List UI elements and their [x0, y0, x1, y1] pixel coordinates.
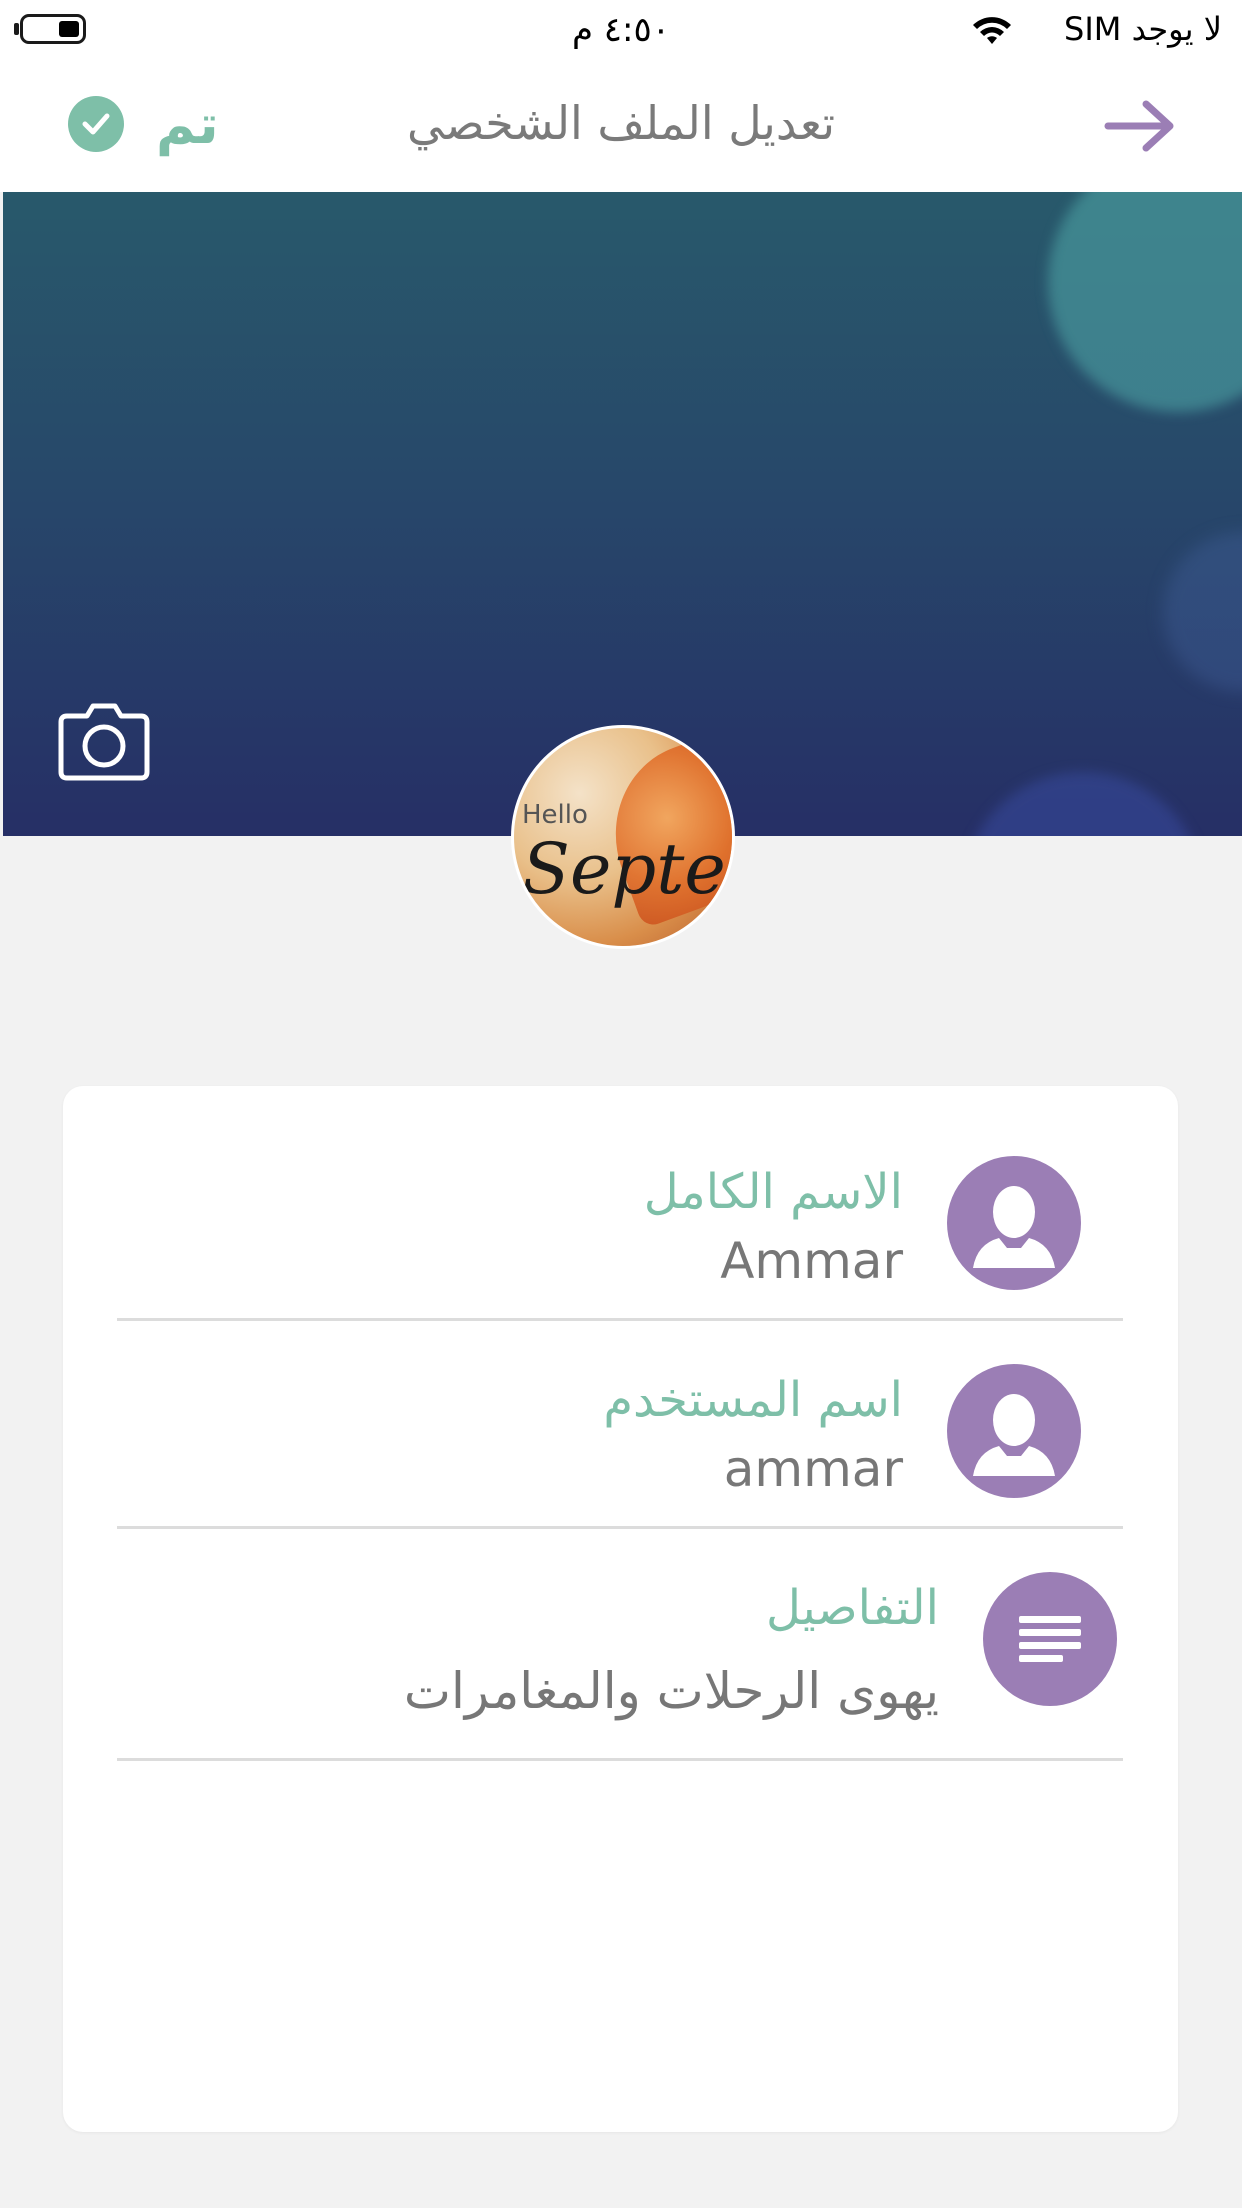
- person-icon: [947, 1364, 1081, 1498]
- cover-bokeh: [1048, 192, 1242, 412]
- profile-fields-card: الاسم الكامل Ammar اسم المستخدم ammar ال…: [63, 1086, 1178, 2132]
- navigation-bar: تم تعديل الملف الشخصي: [0, 62, 1242, 192]
- cover-bokeh: [1163, 532, 1242, 692]
- arrow-right-icon[interactable]: [1102, 96, 1182, 156]
- divider: [117, 1318, 1123, 1321]
- username-value: ammar: [723, 1440, 903, 1498]
- person-icon: [947, 1156, 1081, 1290]
- details-value: يهوى الرحلات والمغامرات: [403, 1662, 939, 1720]
- username-label: اسم المستخدم: [603, 1372, 903, 1428]
- camera-icon[interactable]: [57, 702, 151, 782]
- wifi-icon: [973, 17, 1011, 44]
- divider: [117, 1758, 1123, 1761]
- full-name-field[interactable]: الاسم الكامل Ammar: [117, 1156, 1123, 1390]
- profile-avatar[interactable]: Hello Septem: [511, 725, 735, 949]
- full-name-value: Ammar: [720, 1232, 903, 1290]
- status-bar: ٤:٥٠ م لا يوجد SIM: [0, 0, 1242, 62]
- username-field[interactable]: اسم المستخدم ammar: [117, 1364, 1123, 1574]
- avatar-image-text: Septem: [522, 828, 732, 910]
- divider: [117, 1526, 1123, 1529]
- full-name-label: الاسم الكامل: [643, 1164, 903, 1220]
- edit-profile-screen: ٤:٥٠ م لا يوجد SIM تم تعديل الملف الشخصي: [0, 0, 1242, 2208]
- page-title: تعديل الملف الشخصي: [406, 96, 835, 150]
- details-field[interactable]: التفاصيل يهوى الرحلات والمغامرات: [117, 1572, 1123, 1802]
- cover-bokeh: [963, 772, 1203, 836]
- status-time: ٤:٥٠ م: [571, 10, 671, 50]
- carrier-label: لا يوجد SIM: [1064, 10, 1222, 48]
- details-label: التفاصيل: [766, 1580, 939, 1636]
- text-lines-icon: [983, 1572, 1117, 1706]
- avatar-image-text-small: Hello: [522, 800, 588, 830]
